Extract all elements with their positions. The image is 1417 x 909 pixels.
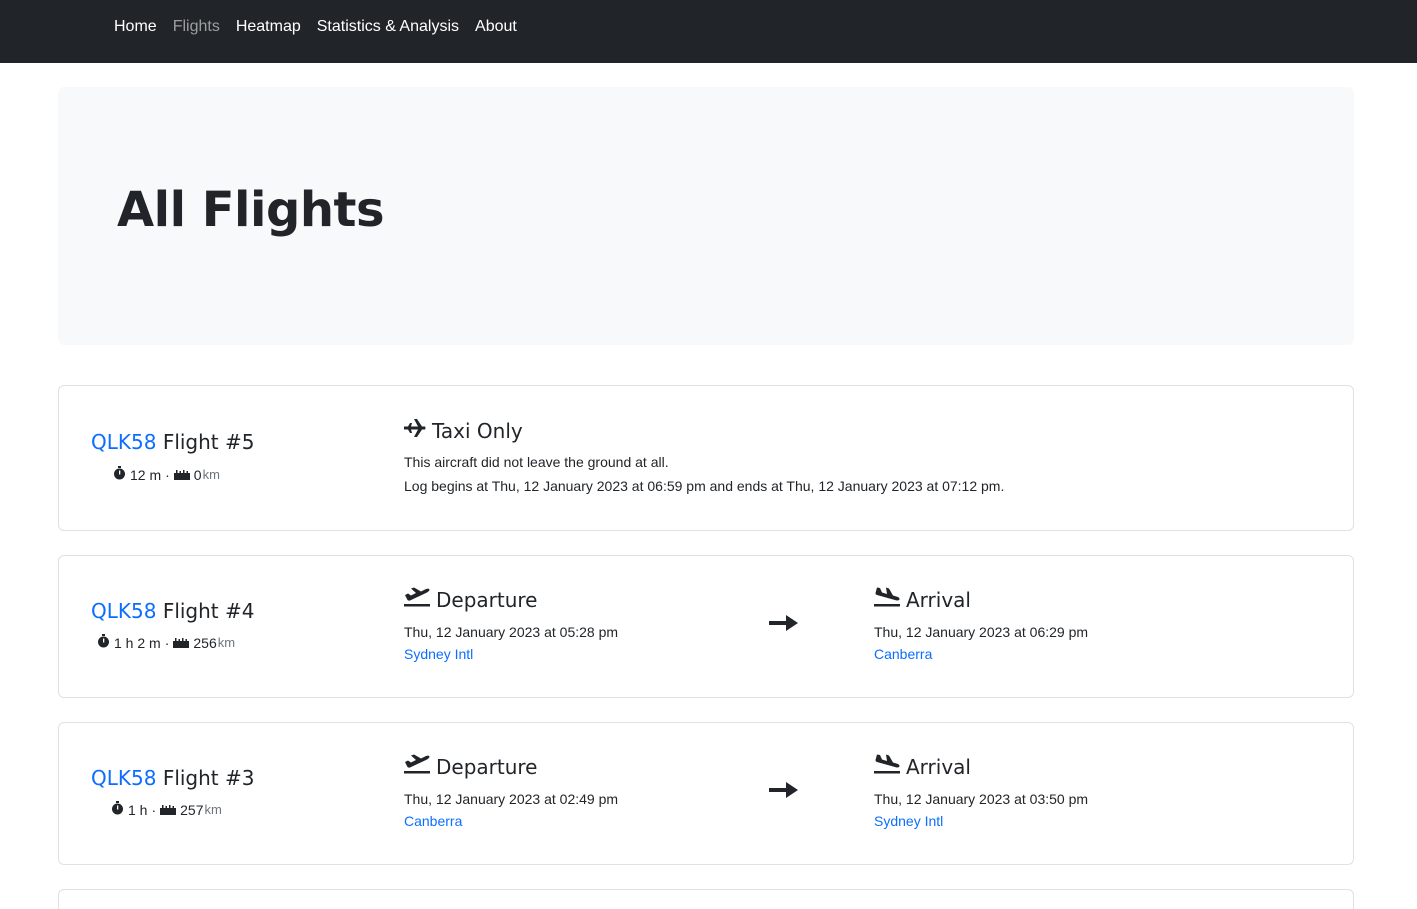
flight-ident: QLK58 Flight #4 — [91, 599, 254, 623]
nav-statistics[interactable]: Statistics & Analysis — [317, 16, 459, 38]
departure-airport-link[interactable]: Canberra — [404, 813, 462, 829]
duration-value: 1 h — [128, 801, 148, 818]
taxi-heading: Taxi Only — [404, 418, 523, 443]
departure-label: Departure — [436, 587, 538, 612]
flight-card — [58, 889, 1354, 909]
arrival-airport-link[interactable]: Sydney Intl — [874, 813, 943, 829]
departure-time: Thu, 12 January 2023 at 02:49 pm — [404, 791, 619, 807]
separator: · — [151, 801, 157, 818]
separator: · — [164, 634, 170, 651]
arrow-right-icon — [769, 614, 799, 637]
page-title: All Flights — [117, 182, 385, 238]
log-range: Log begins at Thu, 12 January 2023 at 06… — [404, 478, 1005, 494]
departure-label: Departure — [436, 754, 538, 779]
departure-time: Thu, 12 January 2023 at 05:28 pm — [404, 624, 619, 640]
callsign-link[interactable]: QLK58 — [91, 766, 156, 790]
callsign-link[interactable]: QLK58 — [91, 430, 156, 454]
stopwatch-icon — [113, 466, 126, 483]
top-navbar: Home Flights Heatmap Statistics & Analys… — [0, 0, 1417, 63]
flight-number: Flight #5 — [162, 430, 255, 454]
nav-heatmap[interactable]: Heatmap — [236, 16, 301, 38]
plane-arrival-icon — [874, 587, 900, 612]
flight-card: QLK58 Flight #3 1 h · 257 km Departure T… — [58, 722, 1354, 865]
flight-meta: 12 m · 0 km — [113, 466, 220, 483]
duration-value: 1 h 2 m — [114, 634, 161, 651]
arrow-right-icon — [769, 781, 799, 804]
flight-ident: QLK58 Flight #5 — [91, 430, 254, 454]
flight-ident: QLK58 Flight #3 — [91, 766, 254, 790]
flight-meta: 1 h 2 m · 256 km — [97, 634, 235, 651]
plane-departure-icon — [404, 754, 430, 779]
callsign-link[interactable]: QLK58 — [91, 599, 156, 623]
duration-value: 12 m — [130, 466, 162, 483]
stopwatch-icon — [111, 801, 124, 818]
arrival-label: Arrival — [906, 587, 971, 612]
departure-heading: Departure — [404, 754, 537, 779]
ruler-icon — [173, 635, 190, 651]
departure-airport-link[interactable]: Sydney Intl — [404, 646, 473, 662]
separator: · — [165, 466, 170, 483]
page-header-panel: All Flights — [58, 87, 1354, 345]
plane-arrival-icon — [874, 754, 900, 779]
arrival-time: Thu, 12 January 2023 at 06:29 pm — [874, 624, 1089, 640]
plane-icon — [404, 418, 426, 443]
distance-value: 256 — [193, 634, 217, 651]
distance-unit: km — [217, 635, 236, 650]
flight-card: QLK58 Flight #5 12 m · 0 km Taxi Only Th… — [58, 385, 1354, 531]
arrival-label: Arrival — [906, 754, 971, 779]
arrival-heading: Arrival — [874, 587, 971, 612]
stopwatch-icon — [97, 634, 110, 651]
plane-departure-icon — [404, 587, 430, 612]
arrival-heading: Arrival — [874, 754, 971, 779]
distance-unit: km — [204, 802, 222, 817]
flight-number: Flight #4 — [162, 599, 255, 623]
distance-unit: km — [202, 467, 220, 482]
nav-home[interactable]: Home — [114, 16, 157, 38]
nav-flights[interactable]: Flights — [173, 16, 220, 38]
flight-card: QLK58 Flight #4 1 h 2 m · 256 km Departu… — [58, 555, 1354, 698]
taxi-heading-label: Taxi Only — [432, 418, 523, 443]
nav-about[interactable]: About — [475, 16, 517, 38]
flight-number: Flight #3 — [162, 766, 255, 790]
ruler-icon — [173, 467, 190, 483]
arrival-airport-link[interactable]: Canberra — [874, 646, 932, 662]
departure-heading: Departure — [404, 587, 537, 612]
taxi-description: This aircraft did not leave the ground a… — [404, 454, 669, 470]
ruler-icon — [160, 802, 177, 818]
distance-value: 0 — [193, 466, 202, 483]
arrival-time: Thu, 12 January 2023 at 03:50 pm — [874, 791, 1089, 807]
flight-meta: 1 h · 257 km — [111, 801, 222, 818]
distance-value: 257 — [180, 801, 204, 818]
